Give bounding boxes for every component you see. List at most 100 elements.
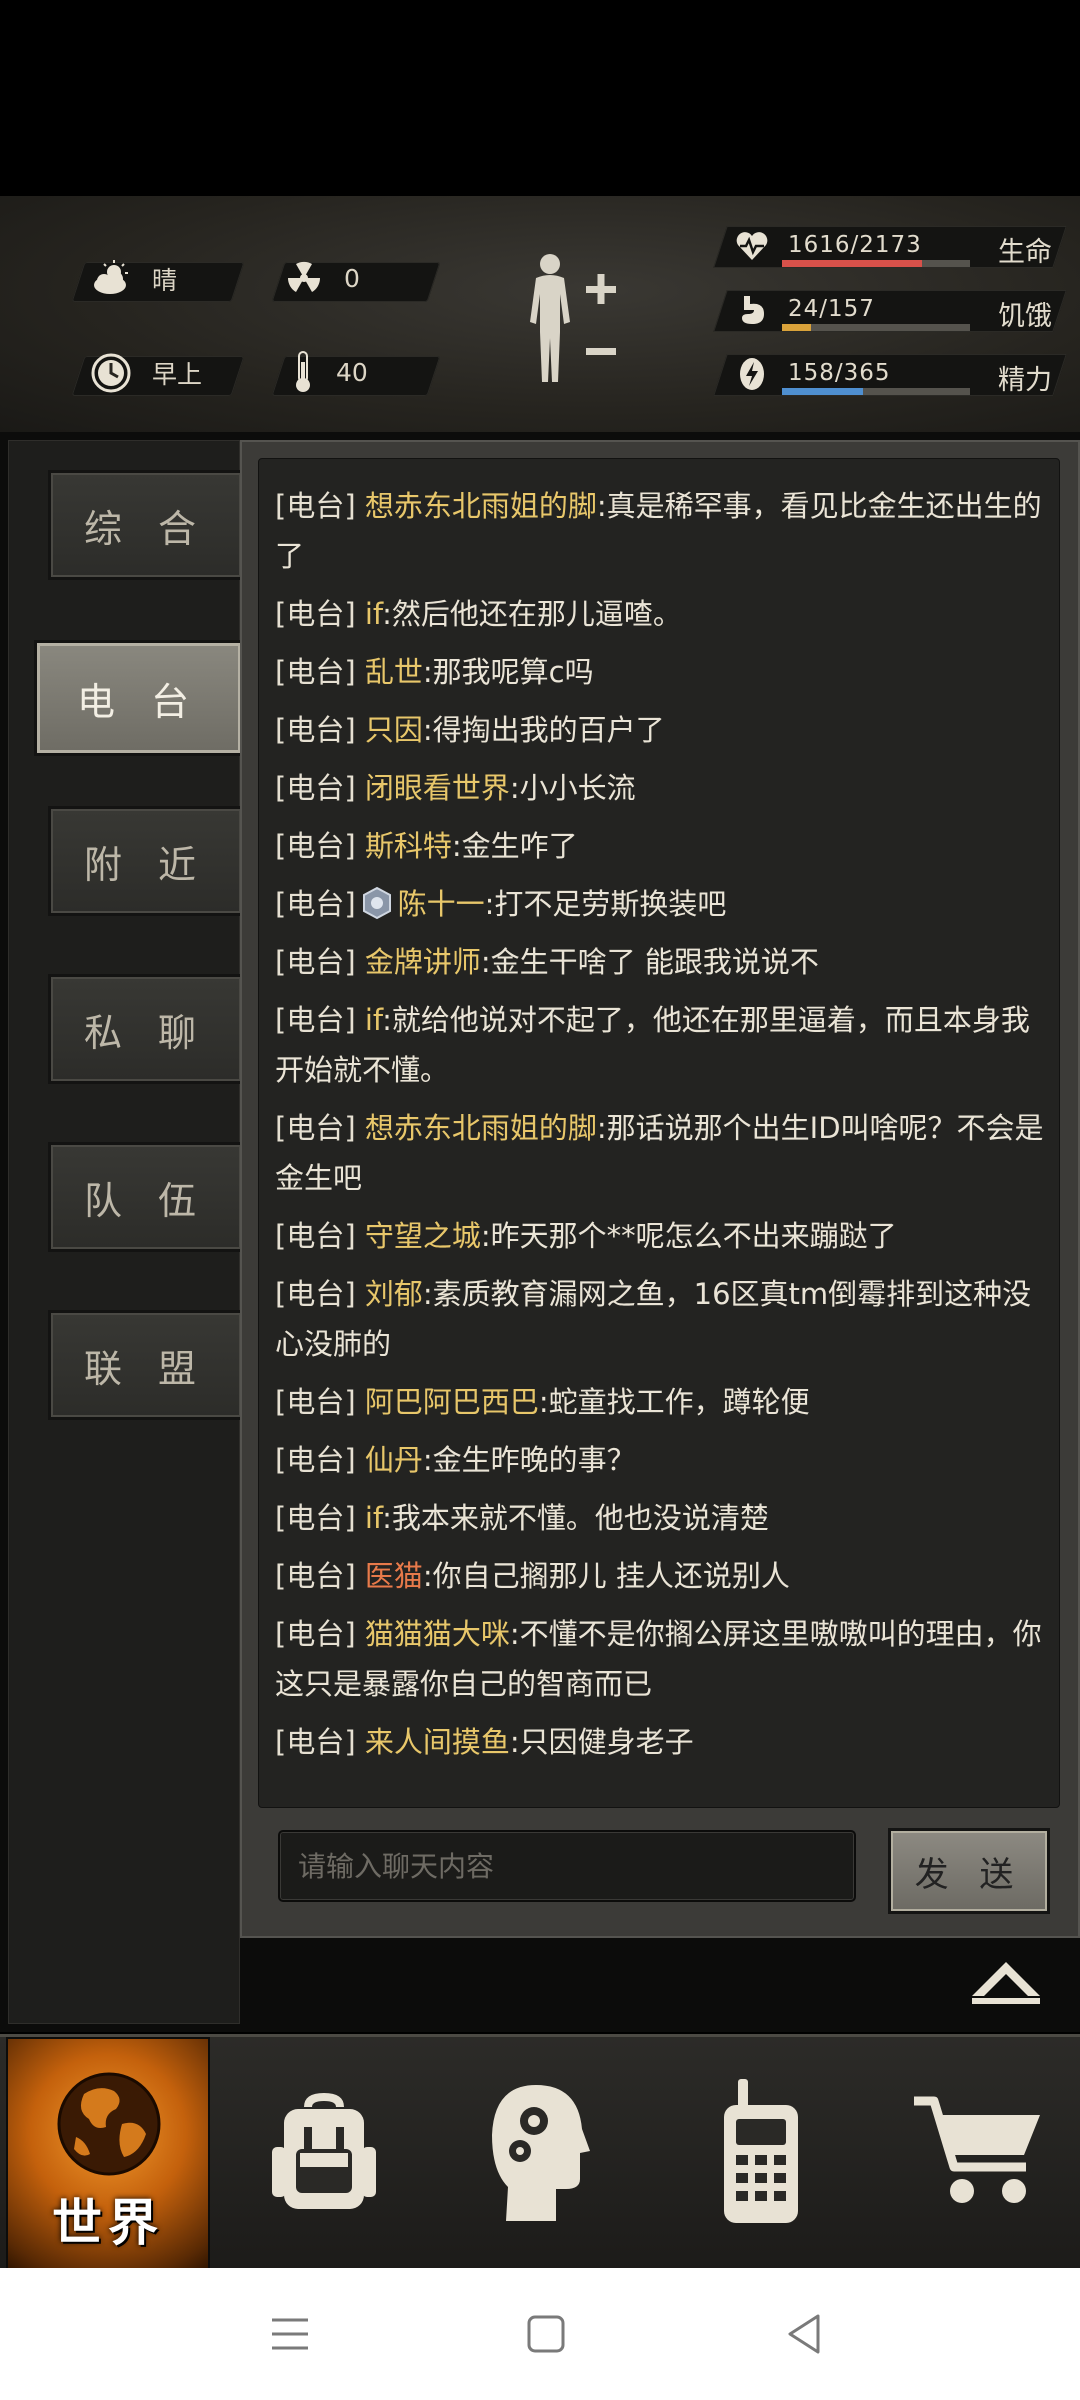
menu-icon[interactable] xyxy=(260,2304,320,2364)
message-sender[interactable]: 阿巴阿巴西巴 xyxy=(365,1385,539,1419)
message-sender[interactable]: 只因 xyxy=(365,713,423,747)
message-channel-tag: [电台] xyxy=(275,655,356,689)
back-icon[interactable] xyxy=(774,2304,834,2364)
chat-message: [电台] 刘郁:素质教育漏网之鱼，16区真tm倒霉排到这种没心没肺的 xyxy=(275,1269,1045,1369)
time-of-day-label: 早上 xyxy=(152,360,203,389)
chat-message-list[interactable]: [电台] 想赤东北雨姐的脚:真是稀罕事，看见比金生还出生的了 [电台] if:然… xyxy=(258,458,1060,1808)
message-text: :那我呢算c吗 xyxy=(422,655,594,689)
nav-radio-button[interactable] xyxy=(658,2037,864,2271)
heart-icon xyxy=(736,232,768,260)
message-channel-tag: [电台] xyxy=(275,945,356,979)
energy-icon xyxy=(740,358,764,390)
thermometer-icon xyxy=(296,351,310,392)
tab-private[interactable]: 私 聊 xyxy=(48,974,244,1084)
head-gears-icon xyxy=(492,2085,590,2221)
message-sender[interactable]: 守望之城 xyxy=(365,1219,481,1253)
collapse-chevron-icon[interactable] xyxy=(966,1952,1046,2008)
message-sender[interactable]: 想赤东北雨姐的脚 xyxy=(365,489,597,523)
temperature-value: 40 xyxy=(336,357,368,387)
tab-nearby[interactable]: 附 近 xyxy=(48,806,244,916)
message-channel-tag: [电台] xyxy=(275,1277,356,1311)
energy-bar-fill xyxy=(782,388,864,395)
tab-team[interactable]: 队 伍 xyxy=(48,1142,244,1252)
weather-label: 晴 xyxy=(152,266,178,295)
message-channel-tag: [电台] xyxy=(275,1219,356,1253)
message-channel-tag: [电台] xyxy=(275,1559,356,1593)
chat-message: [电台] 乱世:那我呢算c吗 xyxy=(275,647,1045,697)
message-channel-tag: [电台] xyxy=(275,1003,356,1037)
body-status-button[interactable] xyxy=(520,252,630,402)
message-channel-tag: [电台] xyxy=(275,1617,356,1651)
radiation-indicator: 0 xyxy=(284,258,360,298)
nav-skills-button[interactable] xyxy=(440,2037,646,2271)
walkie-talkie-icon xyxy=(724,2079,798,2223)
clock-icon xyxy=(91,353,131,393)
tab-general[interactable]: 综 合 xyxy=(48,470,244,580)
message-sender[interactable]: 斯科特 xyxy=(365,829,452,863)
message-channel-tag: [电台] xyxy=(275,597,356,631)
body-figure-icon xyxy=(530,254,570,382)
message-channel-tag: [电台] xyxy=(275,1385,356,1419)
nav-world-button[interactable]: 世界 xyxy=(6,2037,210,2275)
message-text: :只因健身老子 xyxy=(509,1725,694,1759)
chat-input[interactable] xyxy=(278,1830,856,1902)
home-icon[interactable] xyxy=(516,2304,576,2364)
message-sender[interactable]: 猫猫猫大咪 xyxy=(365,1617,510,1651)
message-sender[interactable]: 乱世 xyxy=(365,655,423,689)
message-text: :蛇童找工作，蹲轮便 xyxy=(538,1385,810,1419)
message-text: :得掏出我的百户了 xyxy=(422,713,665,747)
temperature-indicator: 40 xyxy=(290,350,368,394)
message-channel-tag: [电台] xyxy=(275,1443,356,1477)
chat-message: [电台] 阿巴阿巴西巴:蛇童找工作，蹲轮便 xyxy=(275,1377,1045,1427)
message-sender[interactable]: if xyxy=(365,1003,382,1037)
hunger-value: 24/157 xyxy=(788,296,875,322)
energy-value: 158/365 xyxy=(788,360,891,386)
message-text: :金生咋了 xyxy=(451,829,578,863)
nav-shop-button[interactable] xyxy=(874,2037,1080,2271)
message-channel-tag: [电台] xyxy=(275,1111,356,1145)
message-sender[interactable]: if xyxy=(365,597,382,631)
message-sender[interactable]: 闭眼看世界 xyxy=(365,771,510,805)
health-value: 1616/2173 xyxy=(788,232,922,258)
cloudy-sun-icon xyxy=(94,260,128,294)
message-sender[interactable]: 陈十一 xyxy=(398,887,485,921)
message-text: :然后他还在那儿逼喳。 xyxy=(382,597,682,631)
message-sender[interactable]: 想赤东北雨姐的脚 xyxy=(365,1111,597,1145)
chat-message: [电台] 陈十一:打不足劳斯换装吧 xyxy=(275,879,1045,929)
message-text: :金生干啥了 能跟我说说不 xyxy=(480,945,819,979)
chat-message: [电台] 仙丹:金生昨晚的事？ xyxy=(275,1435,1045,1485)
tab-radio[interactable]: 电 台 xyxy=(34,640,244,756)
message-sender[interactable]: 医猫 xyxy=(365,1559,423,1593)
stomach-icon xyxy=(742,296,764,324)
energy-bar xyxy=(782,388,970,395)
message-channel-tag: [电台] xyxy=(275,1725,356,1759)
chat-message: [电台] 金牌讲师:金生干啥了 能跟我说说不 xyxy=(275,937,1045,987)
message-channel-tag: [电台] xyxy=(275,887,356,921)
tab-alliance[interactable]: 联 盟 xyxy=(48,1310,244,1420)
hunger-bar xyxy=(782,324,970,331)
health-bar xyxy=(782,260,970,267)
message-channel-tag: [电台] xyxy=(275,771,356,805)
chat-message: [电台] if:我本来就不懂。他也没说清楚 xyxy=(275,1493,1045,1543)
message-channel-tag: [电台] xyxy=(275,829,356,863)
chat-message: [电台] 闭眼看世界:小小长流 xyxy=(275,763,1045,813)
message-channel-tag: [电台] xyxy=(275,713,356,747)
chat-message: [电台] 来人间摸鱼:只因健身老子 xyxy=(275,1717,1045,1767)
nav-backpack-button[interactable] xyxy=(224,2037,430,2271)
message-sender[interactable]: 刘郁 xyxy=(365,1277,423,1311)
stat-hunger: 24/157 饥饿 xyxy=(713,286,1067,334)
energy-label: 精力 xyxy=(998,365,1052,396)
send-button[interactable]: 发 送 xyxy=(888,1828,1050,1914)
health-label: 生命 xyxy=(998,237,1052,268)
message-sender[interactable]: 仙丹 xyxy=(365,1443,423,1477)
message-sender[interactable]: 金牌讲师 xyxy=(365,945,481,979)
message-sender[interactable]: 来人间摸鱼 xyxy=(365,1725,510,1759)
radiation-icon xyxy=(287,261,321,292)
message-sender[interactable]: if xyxy=(365,1501,382,1535)
stat-energy: 158/365 精力 xyxy=(713,350,1067,398)
message-channel-tag: [电台] xyxy=(275,489,356,523)
nav-world-label: 世界 xyxy=(52,2194,164,2252)
chat-message: [电台] 斯科特:金生咋了 xyxy=(275,821,1045,871)
message-channel-tag: [电台] xyxy=(275,1501,356,1535)
time-indicator: 早上 xyxy=(90,352,202,394)
